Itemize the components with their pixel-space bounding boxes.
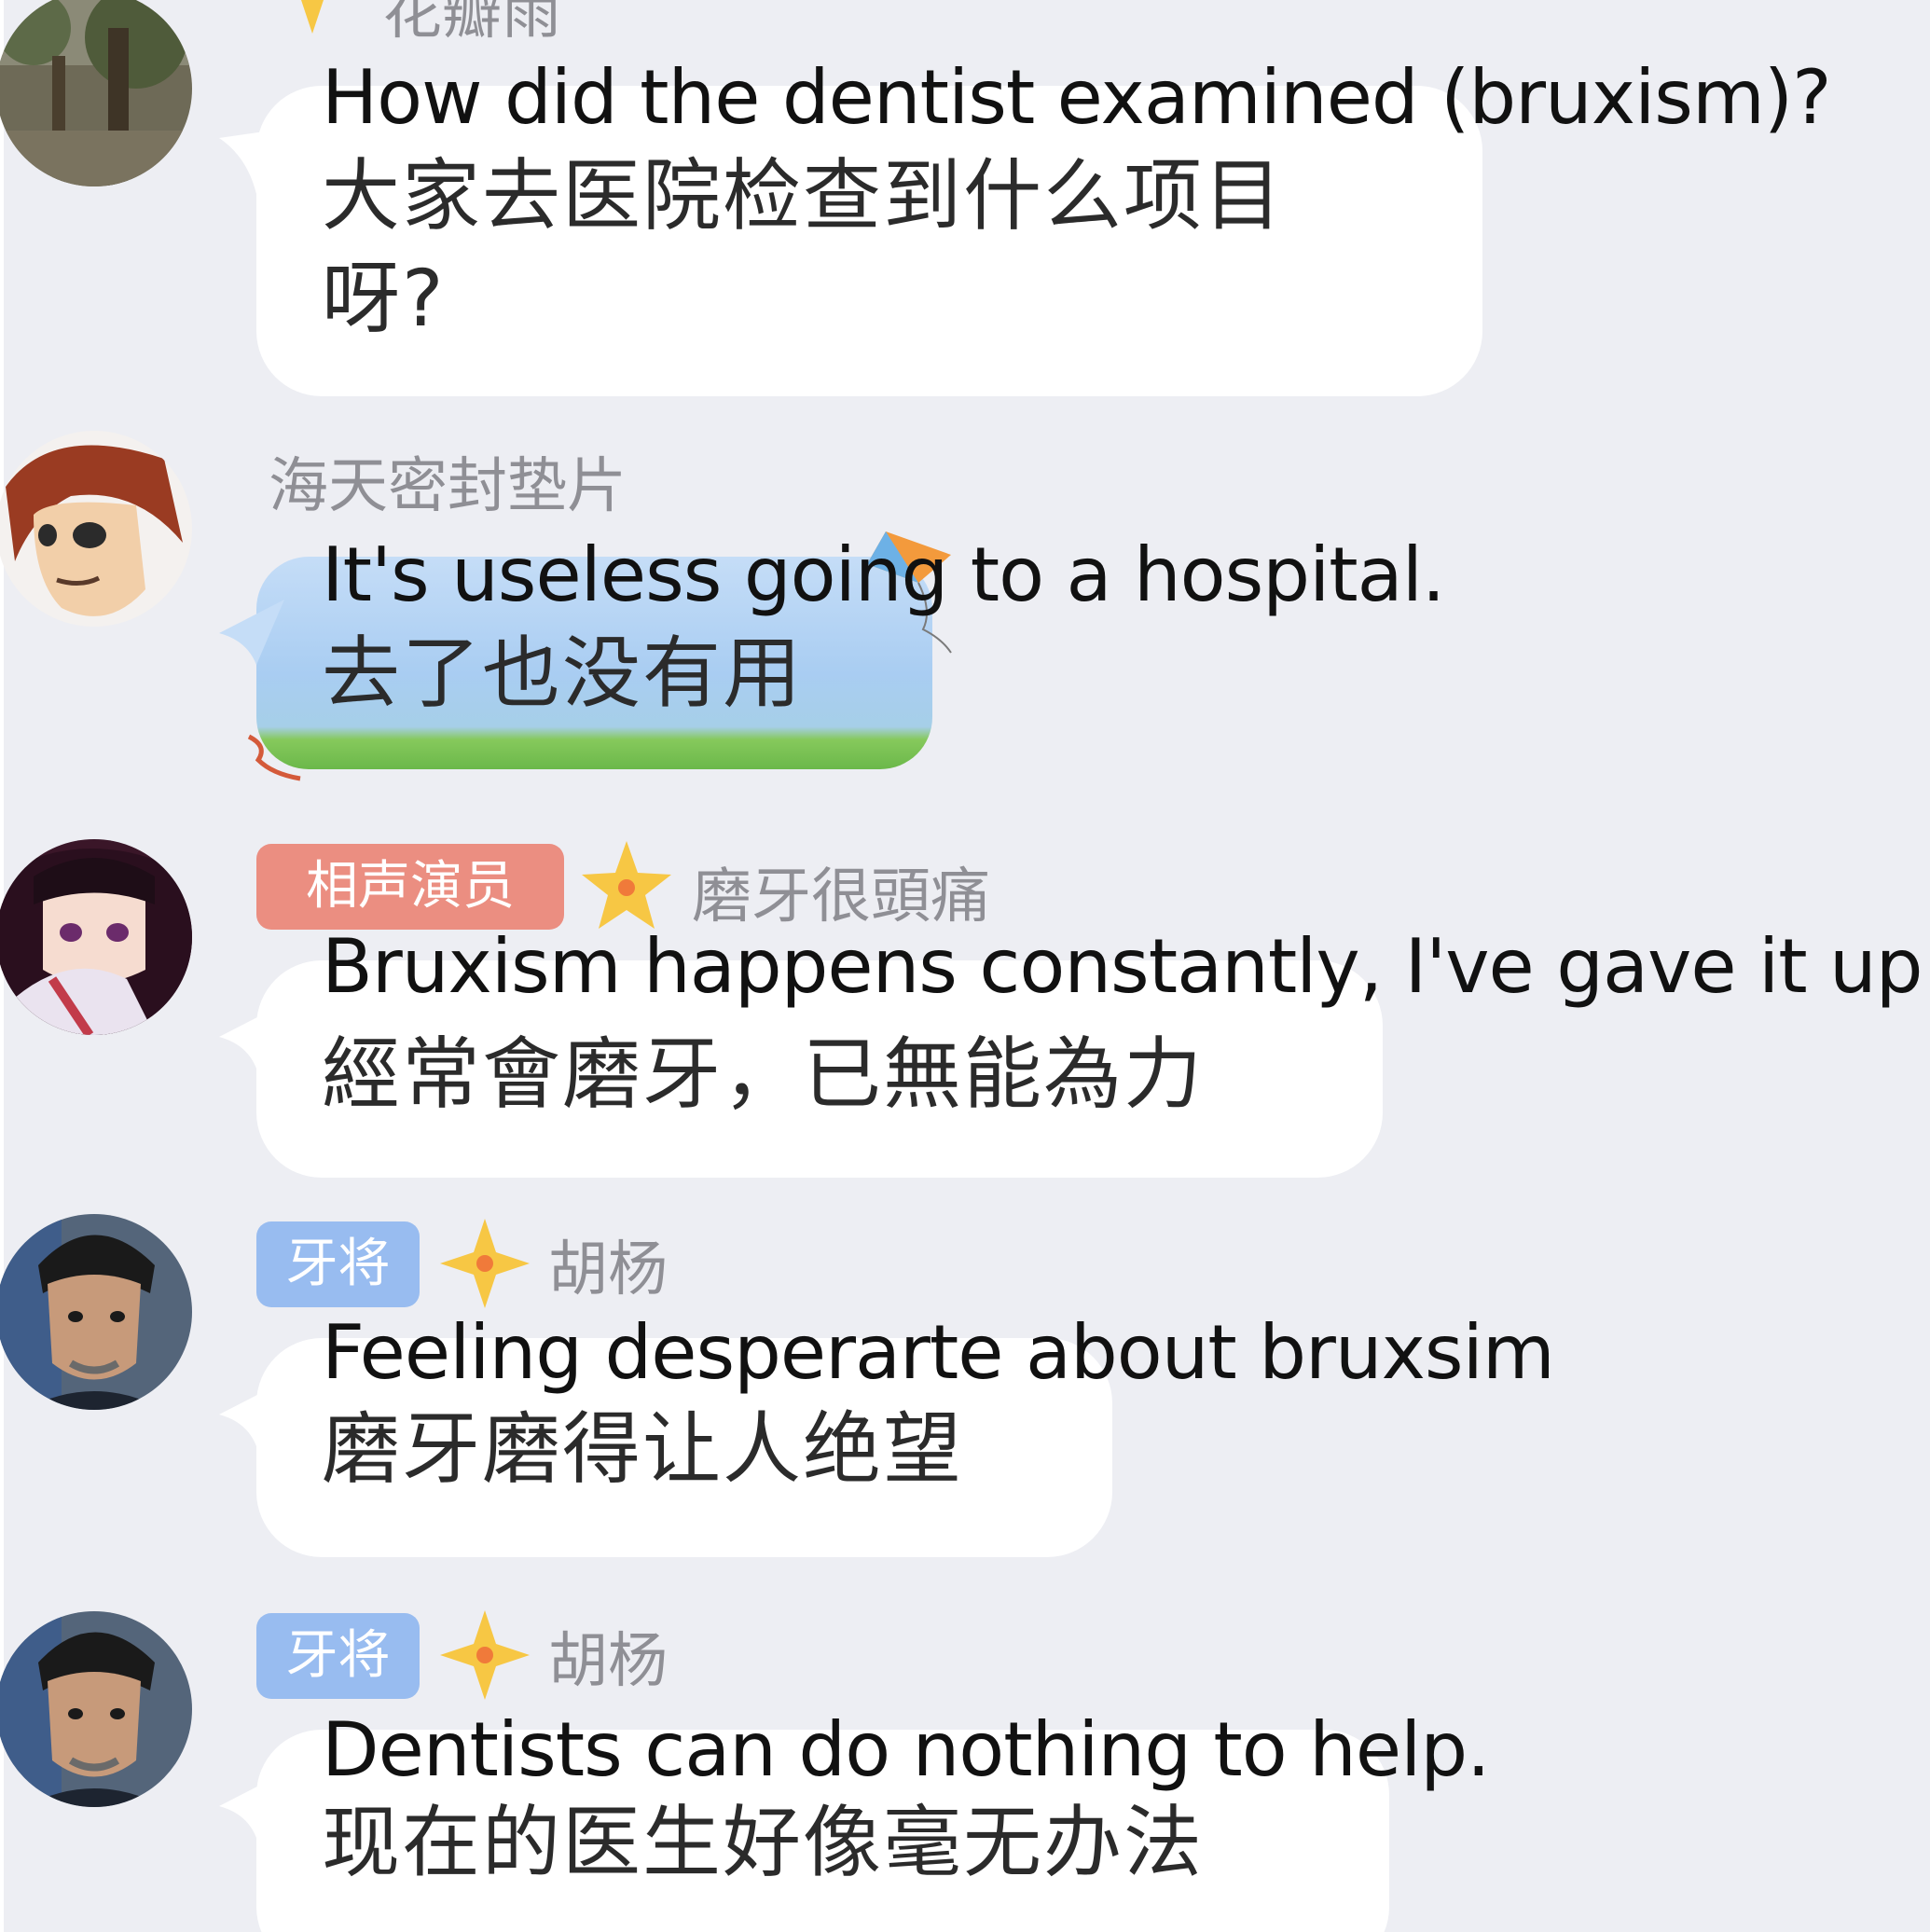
avatar-m1[interactable] — [0, 0, 192, 186]
message-text: 现在的医生好像毫无办法 — [322, 1797, 1205, 1888]
message-text: 大家去医院检查到什么项目 — [322, 150, 1285, 242]
avatar-m2[interactable] — [0, 431, 192, 627]
sender-name: 胡杨 — [548, 1235, 668, 1304]
message-english-translation: It's useless going to a hospital. — [322, 531, 1445, 618]
level-star-icon — [438, 1608, 531, 1702]
message-english-translation: Dentists can do nothing to help. — [322, 1706, 1491, 1793]
message-english-translation: Feeling desperarte about bruxsim — [322, 1309, 1555, 1396]
sender-name: 海天密封垫片 — [269, 452, 627, 521]
message-text: 經常會磨牙，已無能為力 — [322, 1028, 1205, 1120]
message-text: 去了也没有用 — [322, 628, 804, 719]
level-star-icon — [580, 839, 673, 932]
kite-string-decoration-icon — [247, 734, 301, 781]
level-star-icon — [266, 0, 359, 35]
member-title-badge: 相声演员 — [256, 844, 564, 930]
level-star-icon — [438, 1217, 531, 1310]
member-title-badge: 牙将 — [256, 1221, 420, 1307]
anime-boy-avatar-icon — [0, 431, 192, 627]
message-text: 磨牙磨得让人绝望 — [322, 1403, 964, 1495]
avatar-m4[interactable] — [0, 1214, 192, 1410]
avatar-m3[interactable] — [0, 839, 192, 1035]
avatar-m5[interactable] — [0, 1611, 192, 1807]
sender-name: 磨牙很頭痛 — [692, 862, 990, 932]
message-english-translation: How did the dentist examined (bruxism)? — [322, 54, 1832, 141]
chat-window: 花瓣雨 How did the dentist examined (bruxis… — [0, 0, 1930, 1932]
message-english-translation: Bruxism happens constantly, I've gave it… — [322, 923, 1930, 1010]
sender-name: 胡杨 — [548, 1627, 668, 1696]
tree-photo-avatar-icon — [0, 0, 192, 186]
man-cartoon-avatar-icon — [0, 1214, 192, 1410]
member-title-badge: 牙将 — [256, 1613, 420, 1699]
sender-name: 花瓣雨 — [382, 0, 561, 48]
anime-girl-avatar-icon — [0, 839, 192, 1035]
man-cartoon-avatar-icon — [0, 1611, 192, 1807]
message-text: 呀? — [322, 253, 446, 344]
